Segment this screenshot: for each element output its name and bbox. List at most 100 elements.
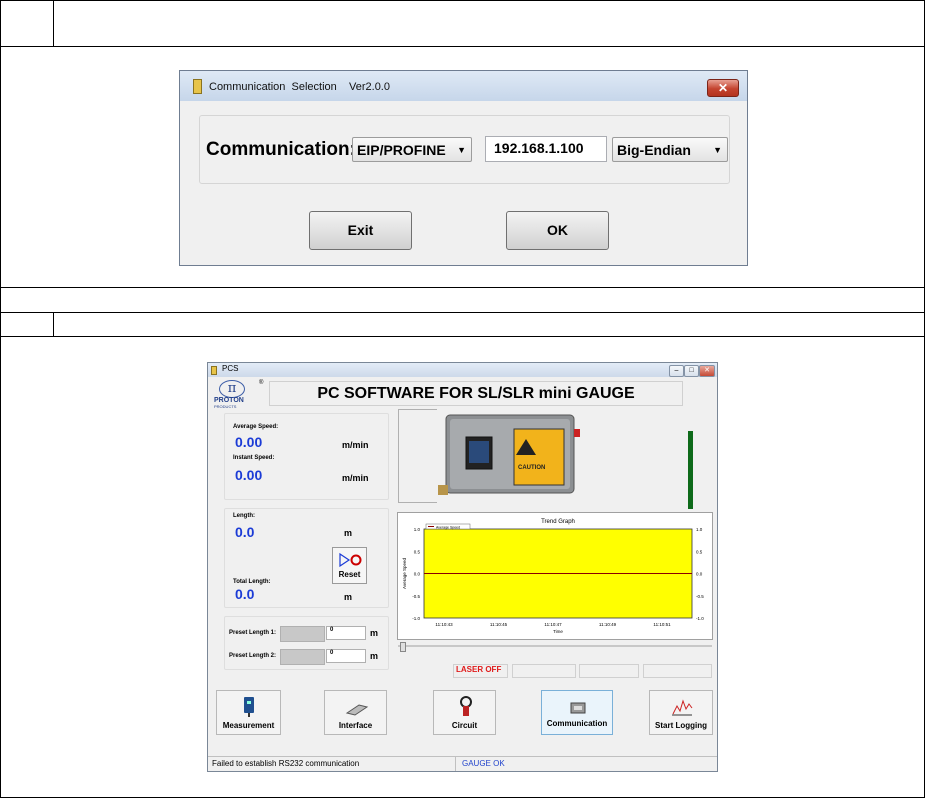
length-value: 0.0 — [235, 524, 255, 540]
table-line — [0, 46, 925, 47]
measurement-button[interactable]: Measurement — [216, 690, 281, 735]
connector-icon — [345, 704, 369, 716]
app-icon — [211, 366, 217, 375]
svg-text:CAUTION: CAUTION — [518, 465, 545, 471]
reset-button[interactable]: Reset — [332, 547, 367, 584]
app-icon — [193, 79, 202, 94]
preset-length-2-unit: m — [370, 651, 379, 661]
y-tick-label: 1.0 — [414, 527, 421, 532]
sensor-icon — [244, 697, 254, 717]
status-bar: Failed to establish RS232 communication … — [208, 756, 717, 771]
preset-length-1-input[interactable]: 0 — [326, 626, 366, 640]
status-cell — [643, 664, 712, 678]
endian-select[interactable]: Big-Endian ▼ — [612, 137, 728, 162]
x-axis-label: Time — [553, 629, 563, 634]
instant-speed-label: Instant Speed: — [233, 455, 275, 461]
y-tick-label: -0.5 — [412, 594, 420, 599]
y-tick-label-right: -0.5 — [696, 594, 704, 599]
preset-length-2-display — [280, 649, 325, 665]
total-length-unit: m — [344, 592, 353, 602]
chart-icon — [672, 699, 693, 716]
proton-logo: π PROTON PRODUCTS — [214, 380, 245, 409]
table-line — [0, 0, 1, 798]
y-axis-label: Average Speed — [402, 558, 407, 589]
slider-thumb[interactable] — [400, 642, 406, 652]
gauge-status: GAUGE OK — [462, 759, 505, 768]
status-divider — [455, 757, 456, 771]
reset-label: Reset — [338, 570, 361, 579]
chevron-down-icon: ▼ — [457, 145, 466, 155]
dialog-title: Communication Selection Ver2.0.0 — [209, 81, 390, 93]
exit-button[interactable]: Exit — [309, 211, 412, 250]
time-slider[interactable] — [398, 642, 712, 652]
communication-label: Communication — [546, 719, 608, 728]
gauge-device-image: CAUTION — [438, 414, 580, 495]
start-logging-label: Start Logging — [655, 721, 707, 730]
total-length-value: 0.0 — [235, 586, 255, 602]
ip-address-input[interactable]: 192.168.1.100 — [485, 136, 607, 162]
preset-length-1-unit: m — [370, 628, 379, 638]
preset-length-2-label: Preset Length 2: — [229, 653, 277, 659]
y-tick-label-right: 0.0 — [696, 572, 703, 577]
measurement-label: Measurement — [222, 721, 275, 730]
y-tick-label: 0.0 — [414, 572, 421, 577]
communication-button[interactable]: Communication — [541, 690, 613, 735]
interface-button[interactable]: Interface — [324, 690, 387, 735]
status-cell — [579, 664, 639, 678]
pcs-title: PCS — [222, 364, 239, 373]
chevron-down-icon: ▼ — [713, 145, 722, 155]
pcs-window: PCS – □ ✕ π PROTON PRODUCTS ® PC SOFTWAR… — [207, 362, 718, 772]
endian-value: Big-Endian — [617, 142, 691, 158]
y-tick-label-right: -1.0 — [696, 616, 704, 621]
preset-length-1-display — [280, 626, 325, 642]
instant-speed-value: 0.00 — [235, 467, 263, 483]
x-tick-label: 11:10:51 — [653, 622, 671, 627]
minimize-button[interactable]: – — [669, 365, 684, 377]
laser-status-cell: LASER OFF — [453, 664, 508, 678]
clamp-meter-icon — [460, 696, 472, 716]
laser-status: LASER OFF — [456, 665, 502, 674]
x-tick-label: 11:10:47 — [544, 622, 562, 627]
start-logging-button[interactable]: Start Logging — [649, 690, 713, 735]
registered-mark: ® — [259, 380, 264, 386]
play-stop-icon — [339, 552, 362, 568]
instant-speed-unit: m/min — [342, 473, 369, 483]
average-speed-unit: m/min — [342, 440, 369, 450]
table-line — [0, 0, 925, 1]
chart-title: Trend Graph — [541, 519, 575, 525]
interface-label: Interface — [338, 721, 373, 730]
protocol-value: EIP/PROFINE — [357, 142, 446, 158]
device-image-frame — [398, 409, 437, 503]
legend-label: Average Speed — [436, 526, 460, 530]
length-panel: Length: 0.0 m Reset Total Length: 0.0 m — [224, 508, 389, 608]
average-speed-value: 0.00 — [235, 434, 263, 450]
protocol-select[interactable]: EIP/PROFINE ▼ — [352, 137, 472, 162]
y-tick-label-right: 1.0 — [696, 527, 703, 532]
logo-text: PROTON — [214, 397, 244, 404]
status-message: Failed to establish RS232 communication — [212, 759, 360, 768]
dialog-titlebar: Communication Selection Ver2.0.0 ✕ — [180, 71, 747, 101]
y-tick-label: 0.5 — [414, 549, 421, 554]
speed-panel: Average Speed: 0.00 m/min Instant Speed:… — [224, 413, 389, 500]
device-icon — [570, 702, 586, 714]
circuit-button[interactable]: Circuit — [433, 690, 496, 735]
y-tick-label-right: 0.5 — [696, 549, 703, 554]
table-line — [0, 336, 925, 337]
communication-selection-dialog: Communication Selection Ver2.0.0 ✕ Commu… — [179, 70, 748, 266]
average-speed-label: Average Speed: — [233, 424, 279, 430]
close-button[interactable]: ✕ — [707, 79, 739, 97]
close-button[interactable]: ✕ — [699, 365, 715, 377]
x-tick-label: 11:10:49 — [599, 622, 617, 627]
preset-length-2-input[interactable]: 0 — [326, 649, 366, 663]
ok-button[interactable]: OK — [506, 211, 609, 250]
logo-subtext: PRODUCTS — [214, 404, 237, 409]
preset-length-1-label: Preset Length 1: — [229, 630, 277, 636]
table-line — [0, 312, 925, 313]
table-line — [0, 287, 925, 288]
x-tick-label: 11:10:45 — [490, 622, 508, 627]
maximize-button[interactable]: □ — [684, 365, 699, 377]
length-label: Length: — [233, 513, 255, 519]
circuit-label: Circuit — [451, 721, 478, 730]
table-line — [53, 312, 54, 336]
x-tick-label: 11:10:43 — [435, 622, 453, 627]
